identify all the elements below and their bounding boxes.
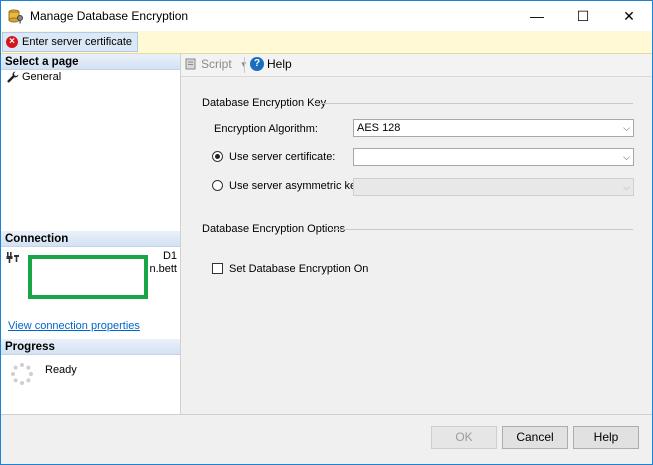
help-toolbar-label: Help bbox=[267, 57, 292, 71]
minimize-button[interactable]: — bbox=[514, 1, 560, 31]
encryption-key-group-title: Database Encryption Key bbox=[202, 97, 327, 109]
manage-database-encryption-dialog: Manage Database Encryption — ☐ ✕ × Enter… bbox=[0, 0, 653, 465]
use-asymmetric-key-radio[interactable] bbox=[212, 180, 223, 191]
toolbar-separator bbox=[244, 57, 245, 73]
progress-header: Progress bbox=[1, 339, 180, 355]
left-pane: Select a page General Connection D1 n.be… bbox=[1, 54, 181, 414]
cancel-button[interactable]: Cancel bbox=[502, 426, 568, 449]
toolbar: Script ▼ ? Help bbox=[181, 54, 652, 77]
window-title: Manage Database Encryption bbox=[30, 9, 189, 23]
maximize-button[interactable]: ☐ bbox=[560, 1, 606, 31]
use-server-certificate-label: Use server certificate: bbox=[229, 151, 336, 163]
minimize-icon: — bbox=[530, 8, 544, 24]
title-bar: Manage Database Encryption — ☐ ✕ bbox=[1, 1, 652, 31]
connection-header: Connection bbox=[1, 231, 180, 247]
error-bar: × Enter server certificate bbox=[1, 31, 652, 54]
encryption-algorithm-value: AES 128 bbox=[357, 122, 401, 134]
connection-icon bbox=[6, 252, 19, 263]
script-label: Script bbox=[201, 57, 232, 71]
use-server-certificate-radio[interactable] bbox=[212, 151, 223, 162]
error-message[interactable]: × Enter server certificate bbox=[2, 32, 139, 52]
maximize-icon: ☐ bbox=[576, 7, 590, 24]
script-icon bbox=[185, 58, 196, 70]
chevron-down-icon: ⌵ bbox=[623, 152, 630, 162]
asymmetric-key-select[interactable]: ⌵ bbox=[353, 178, 634, 196]
right-pane: Script ▼ ? Help Database Encryption Key … bbox=[181, 54, 652, 414]
dialog-footer: OK Cancel Help bbox=[1, 414, 652, 464]
view-connection-properties-link[interactable]: View connection properties bbox=[8, 320, 140, 332]
help-toolbar-button[interactable]: ? Help bbox=[250, 57, 292, 71]
encryption-options-group-divider bbox=[331, 229, 633, 230]
ok-button[interactable]: OK bbox=[431, 426, 497, 449]
encryption-algorithm-label: Encryption Algorithm: bbox=[214, 123, 318, 135]
help-button[interactable]: Help bbox=[573, 426, 639, 449]
chevron-down-icon: ⌵ bbox=[623, 182, 630, 192]
database-key-icon bbox=[8, 9, 23, 24]
encryption-options-group-title: Database Encryption Options bbox=[202, 223, 346, 235]
progress-spinner-icon bbox=[11, 363, 33, 385]
encryption-key-group-divider bbox=[314, 103, 633, 104]
set-encryption-on-checkbox[interactable] bbox=[212, 263, 223, 274]
help-icon: ? bbox=[250, 57, 264, 71]
script-button[interactable]: Script ▼ bbox=[185, 57, 248, 71]
set-encryption-on-label: Set Database Encryption On bbox=[229, 263, 369, 275]
page-item-general[interactable]: General bbox=[7, 71, 61, 83]
encryption-algorithm-select[interactable]: AES 128 ⌵ bbox=[353, 119, 634, 137]
progress-status: Ready bbox=[45, 364, 77, 376]
page-item-label: General bbox=[22, 71, 62, 83]
error-icon: × bbox=[6, 36, 18, 48]
error-message-text: Enter server certificate bbox=[22, 36, 133, 48]
chevron-down-icon: ⌵ bbox=[623, 123, 630, 133]
server-certificate-select[interactable]: ⌵ bbox=[353, 148, 634, 166]
close-icon: ✕ bbox=[623, 7, 635, 24]
use-asymmetric-key-label: Use server asymmetric key: bbox=[229, 180, 365, 192]
select-page-header: Select a page bbox=[1, 54, 180, 70]
redaction-box bbox=[28, 255, 148, 299]
close-button[interactable]: ✕ bbox=[606, 1, 652, 31]
wrench-icon bbox=[7, 71, 19, 83]
